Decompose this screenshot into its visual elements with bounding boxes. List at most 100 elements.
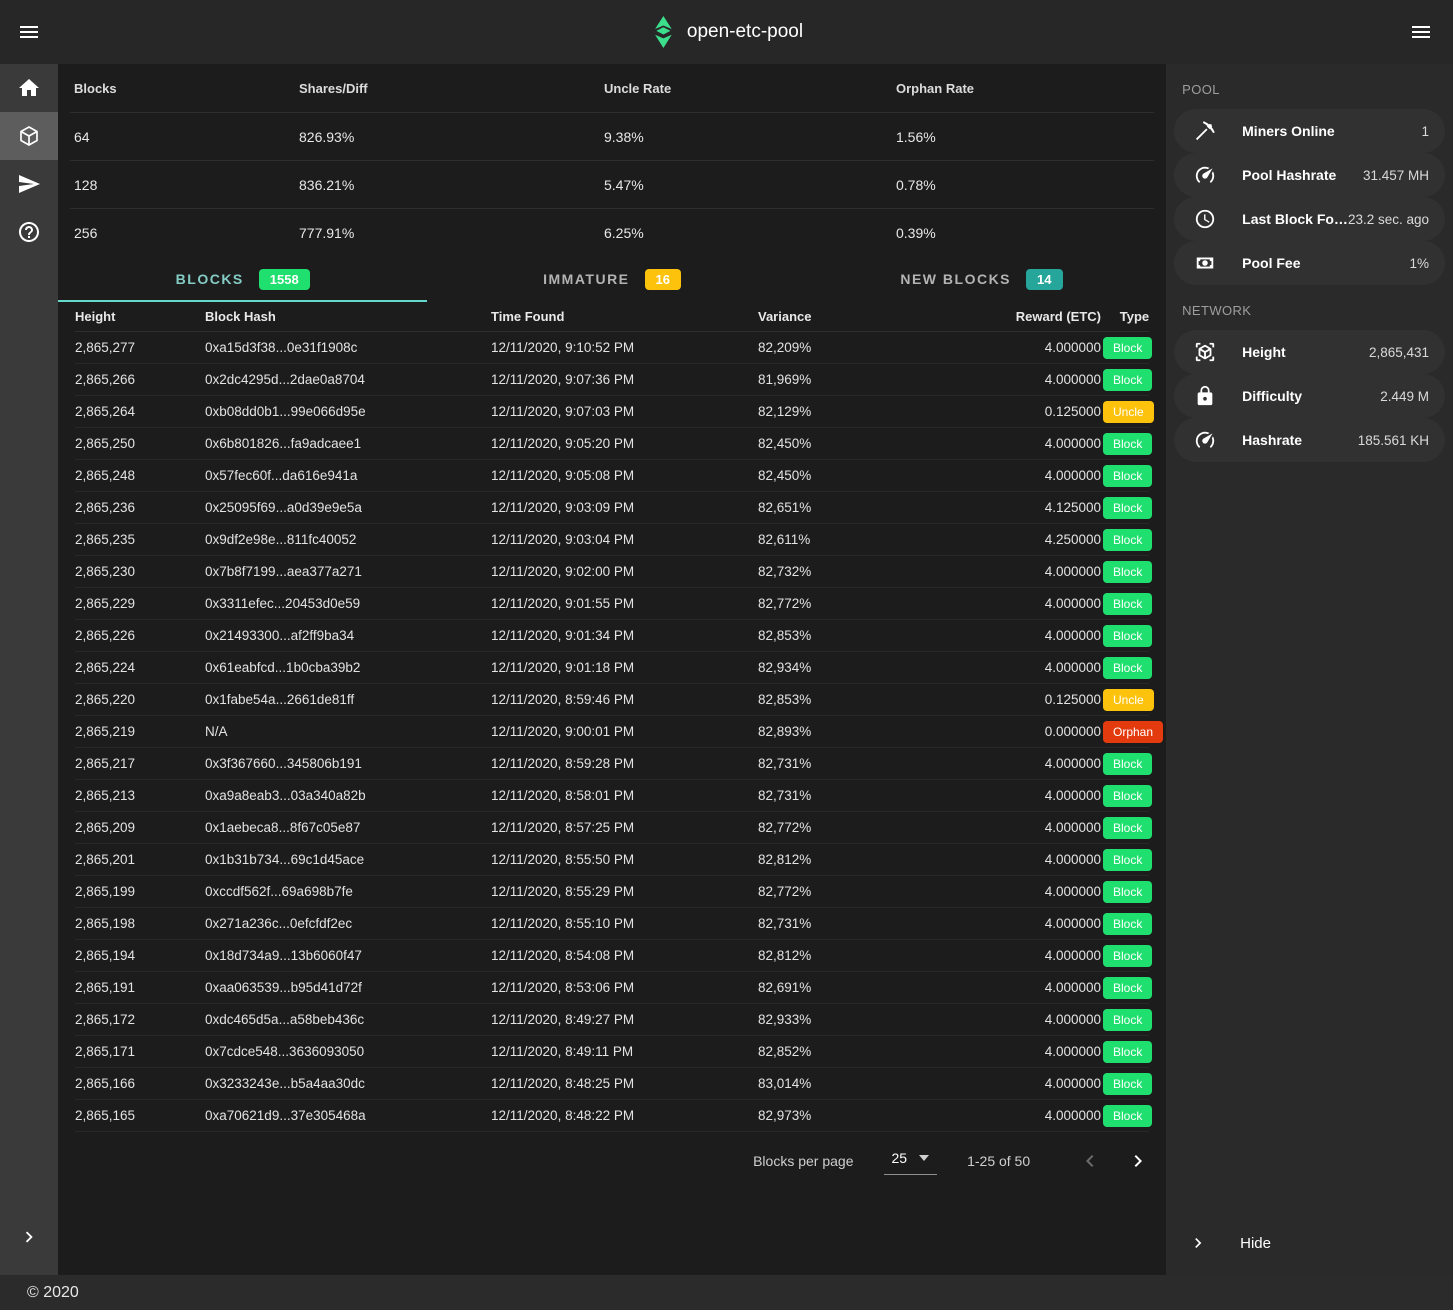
block-cell-time-found: 12/11/2020, 9:05:20 PM bbox=[491, 436, 758, 451]
block-cell-time-found: 12/11/2020, 9:01:34 PM bbox=[491, 628, 758, 643]
block-cell-time-found: 12/11/2020, 8:55:50 PM bbox=[491, 852, 758, 867]
block-cell-type: Block bbox=[1103, 657, 1152, 679]
block-cell-height: 2,865,194 bbox=[75, 948, 205, 963]
blocks-body: 2,865,2770xa15d3f38...0e31f1908c12/11/20… bbox=[75, 332, 1149, 1132]
block-cell-hash[interactable]: 0x3f367660...345806b191 bbox=[205, 756, 491, 771]
hide-label: Hide bbox=[1240, 1235, 1271, 1252]
block-cell-variance: 82,731% bbox=[758, 788, 868, 803]
block-cell-variance: 82,853% bbox=[758, 692, 868, 707]
block-row: 2,865,2010x1b31b734...69c1d45ace12/11/20… bbox=[75, 844, 1149, 876]
block-cell-hash[interactable]: 0x2dc4295d...2dae0a8704 bbox=[205, 372, 491, 387]
block-cell-time-found: 12/11/2020, 9:03:09 PM bbox=[491, 500, 758, 515]
block-row: 2,865,2360x25095f69...a0d39e9e5a12/11/20… bbox=[75, 492, 1149, 524]
block-cell-time-found: 12/11/2020, 8:58:01 PM bbox=[491, 788, 758, 803]
etc-logo-icon bbox=[650, 16, 676, 48]
block-cell-height: 2,865,217 bbox=[75, 756, 205, 771]
hide-sidebar-button[interactable]: Hide bbox=[1166, 1215, 1453, 1275]
block-cell-hash[interactable]: 0xa70621d9...37e305468a bbox=[205, 1108, 491, 1123]
cube-scan-icon bbox=[1194, 341, 1216, 363]
blocks-column-header-type: Type bbox=[1120, 309, 1149, 324]
block-type-badge: Block bbox=[1103, 657, 1152, 679]
sidebar-expand-button[interactable] bbox=[0, 1213, 58, 1261]
block-cell-height: 2,865,230 bbox=[75, 564, 205, 579]
menu-hamburger-right-icon[interactable] bbox=[1397, 0, 1445, 64]
page-range-label: 1-25 of 50 bbox=[967, 1153, 1030, 1169]
block-cell-reward: 0.125000 bbox=[868, 404, 1103, 419]
block-cell-hash[interactable]: 0x3311efec...20453d0e59 bbox=[205, 596, 491, 611]
block-row: 2,865,1980x271a236c...0efcfdf2ec12/11/20… bbox=[75, 908, 1149, 940]
block-cell-hash[interactable]: 0x7b8f7199...aea377a271 bbox=[205, 564, 491, 579]
next-page-button[interactable] bbox=[1126, 1149, 1150, 1173]
block-row: 2,865,2200x1fabe54a...2661de81ff12/11/20… bbox=[75, 684, 1149, 716]
sidebar-item-home[interactable] bbox=[0, 64, 58, 112]
stat-item-difficulty: Difficulty2.449 M bbox=[1174, 374, 1445, 418]
block-row: 2,865,1720xdc465d5a...a58beb436c12/11/20… bbox=[75, 1004, 1149, 1036]
block-cell-height: 2,865,266 bbox=[75, 372, 205, 387]
block-cell-reward: 4.000000 bbox=[868, 628, 1103, 643]
stat-label: Height bbox=[1242, 344, 1286, 360]
stat-item-pool-hashrate: Pool Hashrate31.457 MH bbox=[1174, 153, 1445, 197]
network-stats-list: Height2,865,431Difficulty2.449 MHashrate… bbox=[1166, 330, 1453, 462]
sidebar-item-help[interactable] bbox=[0, 208, 58, 256]
chevron-right-icon bbox=[18, 1226, 40, 1248]
tab-blocks[interactable]: BLOCKS1558 bbox=[58, 256, 427, 302]
tab-immature[interactable]: IMMATURE16 bbox=[427, 256, 796, 302]
tab-count-badge: 16 bbox=[645, 269, 681, 290]
block-cell-reward: 4.125000 bbox=[868, 500, 1103, 515]
block-row: 2,865,2300x7b8f7199...aea377a27112/11/20… bbox=[75, 556, 1149, 588]
block-cell-hash[interactable]: 0x7cdce548...3636093050 bbox=[205, 1044, 491, 1059]
block-cell-type: Orphan bbox=[1103, 721, 1163, 743]
block-cell-hash[interactable]: 0x3233243e...b5a4aa30dc bbox=[205, 1076, 491, 1091]
stat-item-hashrate: Hashrate185.561 KH bbox=[1174, 418, 1445, 462]
tab-new-blocks[interactable]: NEW BLOCKS14 bbox=[797, 256, 1166, 302]
block-cell-type: Block bbox=[1103, 817, 1152, 839]
block-cell-hash[interactable]: 0x61eabfcd...1b0cba39b2 bbox=[205, 660, 491, 675]
block-type-badge: Block bbox=[1103, 817, 1152, 839]
block-cell-height: 2,865,201 bbox=[75, 852, 205, 867]
block-cell-hash[interactable]: 0x1fabe54a...2661de81ff bbox=[205, 692, 491, 707]
block-cell-reward: 4.000000 bbox=[868, 564, 1103, 579]
block-cell-hash[interactable]: 0x1b31b734...69c1d45ace bbox=[205, 852, 491, 867]
block-cell-hash[interactable]: 0x25095f69...a0d39e9e5a bbox=[205, 500, 491, 515]
block-cell-variance: 82,772% bbox=[758, 596, 868, 611]
block-type-badge: Block bbox=[1103, 1105, 1152, 1127]
block-cell-variance: 81,969% bbox=[758, 372, 868, 387]
sidebar-item-payments[interactable] bbox=[0, 160, 58, 208]
block-cell-hash[interactable]: 0x18d734a9...13b6060f47 bbox=[205, 948, 491, 963]
block-cell-type: Block bbox=[1103, 753, 1152, 775]
block-type-badge: Block bbox=[1103, 433, 1152, 455]
block-cell-hash[interactable]: 0x21493300...af2ff9ba34 bbox=[205, 628, 491, 643]
block-cell-hash[interactable]: 0xaa063539...b95d41d72f bbox=[205, 980, 491, 995]
block-cell-hash[interactable]: 0xa9a8eab3...03a340a82b bbox=[205, 788, 491, 803]
page-size-select[interactable]: 25 bbox=[884, 1148, 938, 1175]
block-type-badge: Block bbox=[1103, 593, 1152, 615]
block-cell-reward: 4.000000 bbox=[868, 788, 1103, 803]
block-cell-hash[interactable]: 0x1aebeca8...8f67c05e87 bbox=[205, 820, 491, 835]
block-cell-reward: 4.000000 bbox=[868, 436, 1103, 451]
tab-count-badge: 14 bbox=[1026, 269, 1062, 290]
block-cell-hash[interactable]: 0xccdf562f...69a698b7fe bbox=[205, 884, 491, 899]
sidebar-item-blocks[interactable] bbox=[0, 112, 58, 160]
block-cell-type: Block bbox=[1103, 369, 1152, 391]
block-cell-hash[interactable]: 0xb08dd0b1...99e066d95e bbox=[205, 404, 491, 419]
block-cell-reward: 4.000000 bbox=[868, 916, 1103, 931]
block-cell-hash[interactable]: 0x57fec60f...da616e941a bbox=[205, 468, 491, 483]
tab-count-badge: 1558 bbox=[259, 269, 310, 290]
block-cell-type: Block bbox=[1103, 529, 1152, 551]
previous-page-button[interactable] bbox=[1078, 1149, 1102, 1173]
block-cell-hash[interactable]: 0x271a236c...0efcfdf2ec bbox=[205, 916, 491, 931]
stats-value: 836.21% bbox=[295, 177, 600, 193]
block-cell-time-found: 12/11/2020, 9:03:04 PM bbox=[491, 532, 758, 547]
block-cell-hash[interactable]: 0x6b801826...fa9adcaee1 bbox=[205, 436, 491, 451]
block-cell-reward: 4.000000 bbox=[868, 948, 1103, 963]
block-cell-hash[interactable]: 0xdc465d5a...a58beb436c bbox=[205, 1012, 491, 1027]
block-cell-hash[interactable]: 0x9df2e98e...811fc40052 bbox=[205, 532, 491, 547]
menu-hamburger-left-icon[interactable] bbox=[0, 0, 58, 64]
block-cell-type: Block bbox=[1103, 913, 1152, 935]
block-cell-height: 2,865,209 bbox=[75, 820, 205, 835]
block-cell-type: Block bbox=[1103, 337, 1152, 359]
stat-value: 31.457 MH bbox=[1363, 168, 1429, 183]
block-cell-hash[interactable]: 0xa15d3f38...0e31f1908c bbox=[205, 340, 491, 355]
block-cell-time-found: 12/11/2020, 8:59:46 PM bbox=[491, 692, 758, 707]
block-cell-hash[interactable]: N/A bbox=[205, 724, 491, 739]
